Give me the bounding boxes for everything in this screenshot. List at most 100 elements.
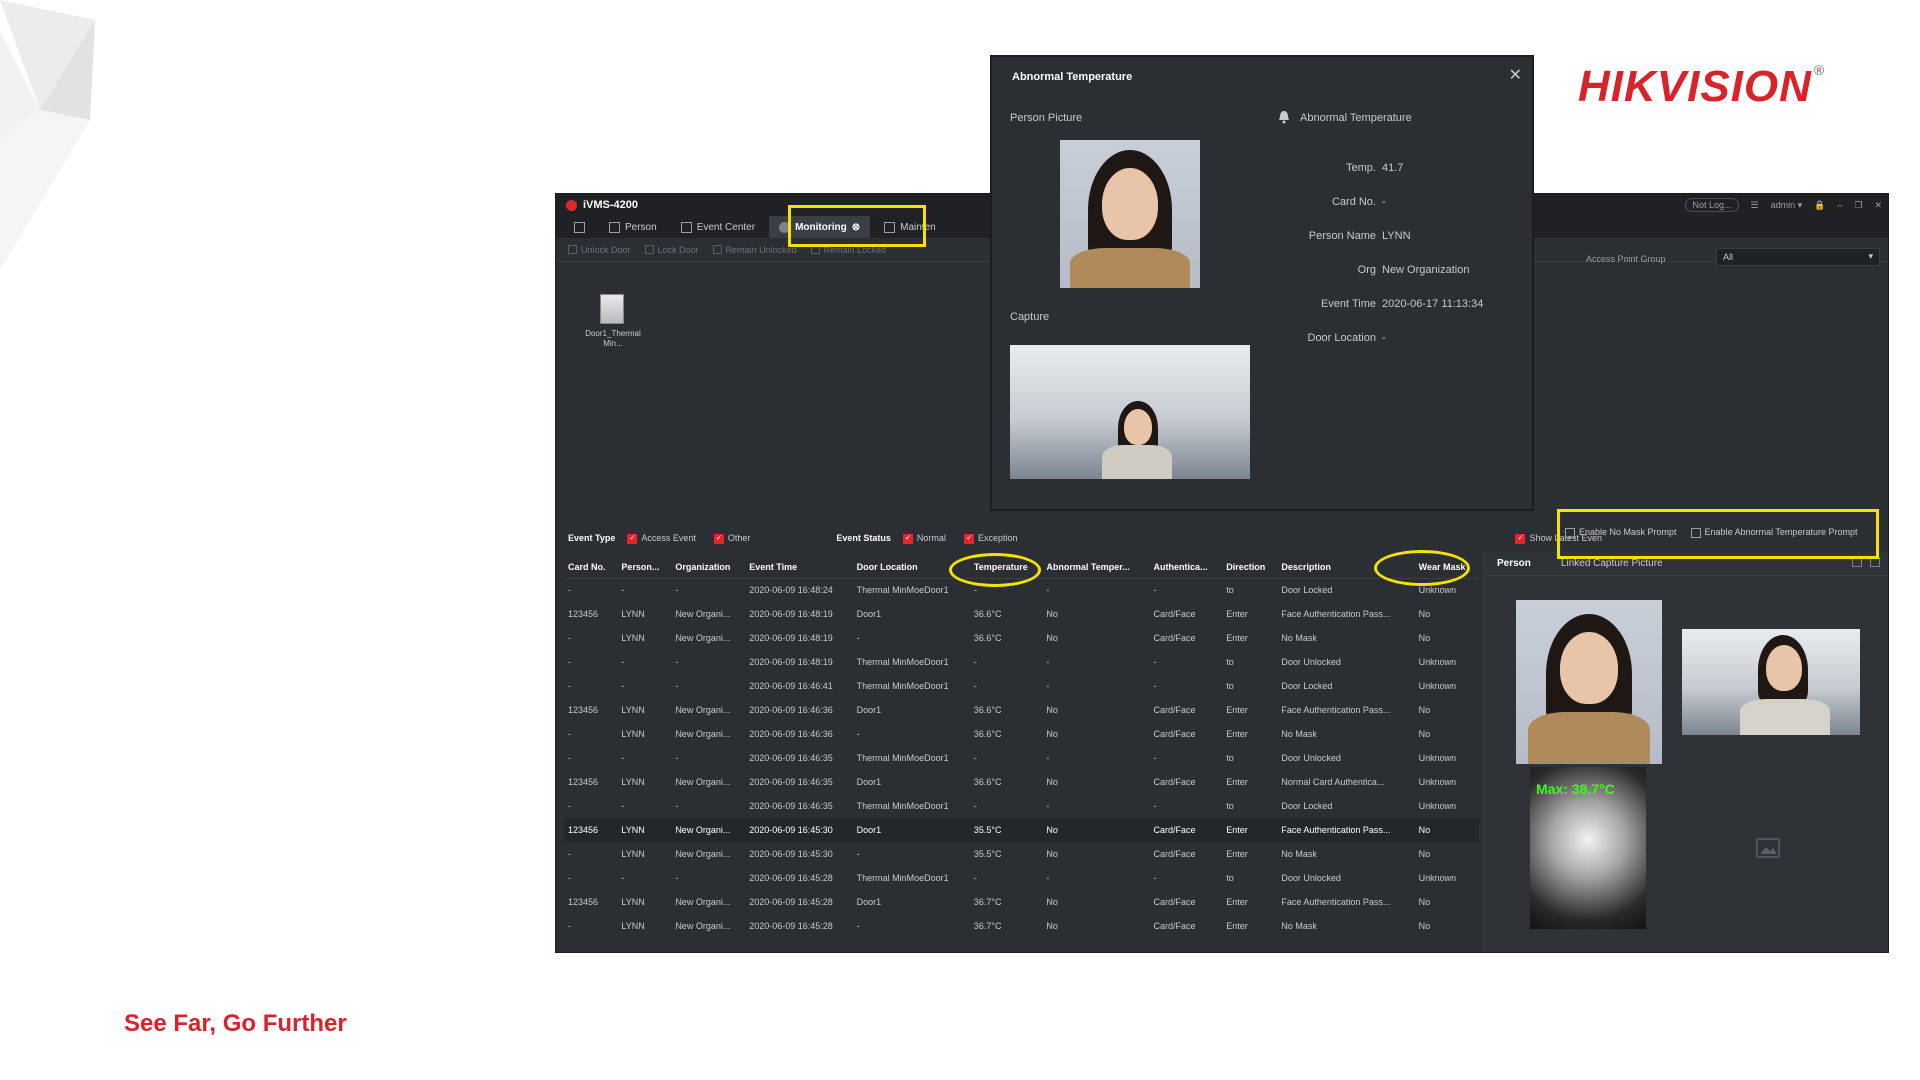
table-cell: New Organi... [675, 609, 731, 619]
table-cell: New Organi... [671, 818, 746, 842]
table-cell: Door Locked [1281, 681, 1333, 691]
exception-status-checkbox[interactable]: Exception [963, 533, 1017, 544]
table-row[interactable]: - LYNN New Organi... 2020-06-09 16:48:19 - 36… [564, 626, 1479, 650]
dialog-field-value: 41.7 [1382, 162, 1404, 174]
table-cell: New Organi... [675, 849, 731, 859]
unlock-door-button[interactable]: Unlock Door [568, 245, 631, 255]
table-cell: Card/Face [1153, 633, 1196, 643]
table-cell: 2020-06-09 16:48:19 [749, 609, 833, 619]
table-cell: - [675, 753, 679, 763]
login-status-pill[interactable]: Not Log... [1685, 198, 1739, 212]
minimize-icon[interactable]: – [1837, 200, 1842, 210]
door-icon[interactable] [600, 294, 624, 324]
table-row[interactable]: - LYNN New Organi... 2020-06-09 16:46:36 - 36… [564, 722, 1479, 746]
dialog-field-key: Event Time [1320, 298, 1376, 310]
hikvision-logo: HIKVISION ® [1578, 62, 1826, 111]
table-cell: 36.6°C [973, 609, 1002, 619]
app-title: iVMS-4200 [583, 199, 639, 211]
table-cell: - [568, 681, 571, 691]
table-cell: Enter [1226, 897, 1248, 907]
close-icon[interactable]: ✕ [1509, 65, 1522, 85]
table-row[interactable]: - - - 2020-06-09 16:46:41 Thermal MinMoeDoor… [564, 674, 1479, 698]
restore-icon[interactable]: ❐ [1854, 200, 1862, 211]
menu-icon[interactable]: ☰ [1751, 200, 1759, 211]
table-cell: Door Unlocked [1281, 753, 1341, 763]
dialog-field-key: Temp. [1346, 162, 1376, 174]
table-cell: No [1418, 729, 1431, 739]
tab-person-detail[interactable]: Person [1497, 558, 1531, 569]
col-card-no[interactable]: Card No. [564, 556, 618, 579]
table-cell: LYNN [621, 609, 645, 619]
table-cell: No [1046, 897, 1058, 907]
table-row[interactable]: - - - 2020-06-09 16:46:35 Thermal MinMoeDoor… [564, 746, 1479, 770]
other-event-checkbox[interactable]: Other [713, 533, 750, 544]
table-row[interactable]: 123456 LYNN New Organi... 2020-06-09 16:46:… [564, 698, 1479, 722]
table-cell: Thermal MinMoeDoor1 [856, 585, 949, 596]
dialog-field-key: Person Name [1308, 230, 1376, 242]
access-point-group-select[interactable]: All [1716, 248, 1880, 266]
table-row[interactable]: - LYNN New Organi... 2020-06-09 16:45:30 - 35… [564, 842, 1479, 866]
table-cell: New Organi... [675, 921, 731, 931]
door-grid: Door1_Thermal Min... [564, 284, 964, 514]
dialog-field-row: Temp. 41.7 [1282, 162, 1522, 196]
table-cell: - [856, 921, 860, 931]
col-organization[interactable]: Organization [671, 556, 746, 579]
col-abnormal-temperature[interactable]: Abnormal Temper... [1042, 556, 1150, 579]
table-cell: - [856, 729, 860, 739]
table-cell: Door1 [856, 705, 882, 715]
table-cell: Enter [1226, 609, 1248, 619]
remain-unlocked-button[interactable]: Remain Unlocked [712, 245, 797, 255]
highlight-prompt-options [1557, 509, 1879, 559]
table-cell: Door1 [856, 777, 882, 787]
table-row[interactable]: - - - 2020-06-09 16:45:28 Thermal MinMoeDoor… [564, 866, 1479, 890]
table-cell: No [1046, 921, 1058, 931]
table-cell: Face Authentication Pass... [1281, 897, 1391, 907]
lock-door-button[interactable]: Lock Door [644, 245, 699, 255]
table-row[interactable]: - LYNN New Organi... 2020-06-09 16:45:28 - 36… [564, 914, 1479, 938]
table-row[interactable]: 123456 LYNN New Organi... 2020-06-09 16:45:… [564, 818, 1479, 842]
col-direction[interactable]: Direction [1222, 556, 1278, 579]
dialog-field-value: - [1382, 196, 1386, 208]
access-event-checkbox[interactable]: Access Event [627, 533, 696, 544]
table-row[interactable]: 123456 LYNN New Organi... 2020-06-09 16:48:… [564, 602, 1479, 626]
table-cell: - [1046, 657, 1050, 667]
col-authentication[interactable]: Authentica... [1149, 556, 1223, 579]
dialog-field-row: Event Time 2020-06-17 11:13:34 [1282, 298, 1522, 332]
highlight-temperature-column [949, 553, 1041, 587]
tab-event-center[interactable]: Event Center [671, 216, 765, 238]
table-cell: No [1042, 818, 1150, 842]
tab-linked-capture[interactable]: Linked Capture Picture [1561, 558, 1663, 569]
table-row[interactable]: 123456 LYNN New Organi... 2020-06-09 16:46:… [564, 770, 1479, 794]
table-cell: Card/Face [1153, 921, 1196, 931]
dialog-field-key: Door Location [1307, 332, 1377, 344]
tab-person[interactable]: Person [599, 216, 667, 238]
app-logo-icon [566, 199, 577, 211]
table-row[interactable]: 123456 LYNN New Organi... 2020-06-09 16:45:… [564, 890, 1479, 914]
lock-icon[interactable]: 🔒 [1814, 200, 1825, 211]
table-cell: - [1153, 657, 1157, 667]
table-row[interactable]: - - - 2020-06-09 16:46:35 Thermal MinMoeDoor… [564, 794, 1479, 818]
col-event-time[interactable]: Event Time [745, 556, 853, 579]
table-cell: - [1153, 681, 1157, 691]
normal-status-checkbox[interactable]: Normal [902, 533, 946, 544]
table-cell: No [1046, 609, 1058, 619]
door-label[interactable]: Door1_Thermal Min... [578, 329, 648, 349]
table-cell: 36.6°C [973, 705, 1002, 715]
table-cell: Enter [1226, 921, 1248, 931]
person-picture-label: Person Picture [1010, 112, 1083, 124]
table-cell: No Mask [1281, 633, 1317, 643]
table-cell: 2020-06-09 16:48:24 [749, 585, 833, 596]
table-cell: Unknown [1418, 801, 1457, 811]
table-cell: - [568, 585, 571, 596]
table-cell: - [973, 681, 977, 691]
close-window-icon[interactable]: ✕ [1874, 200, 1882, 211]
table-row[interactable]: - - - 2020-06-09 16:48:19 Thermal MinMoeDoor… [564, 650, 1479, 674]
table-cell: Normal Card Authentica... [1281, 777, 1385, 787]
table-cell: No [1046, 729, 1058, 739]
table-cell: Card/Face [1153, 729, 1196, 739]
bell-icon [1279, 111, 1289, 124]
home-grid-icon[interactable] [564, 216, 595, 238]
table-cell: - [675, 801, 679, 811]
col-person[interactable]: Person... [617, 556, 672, 579]
user-menu[interactable]: admin ▾ [1771, 200, 1803, 211]
